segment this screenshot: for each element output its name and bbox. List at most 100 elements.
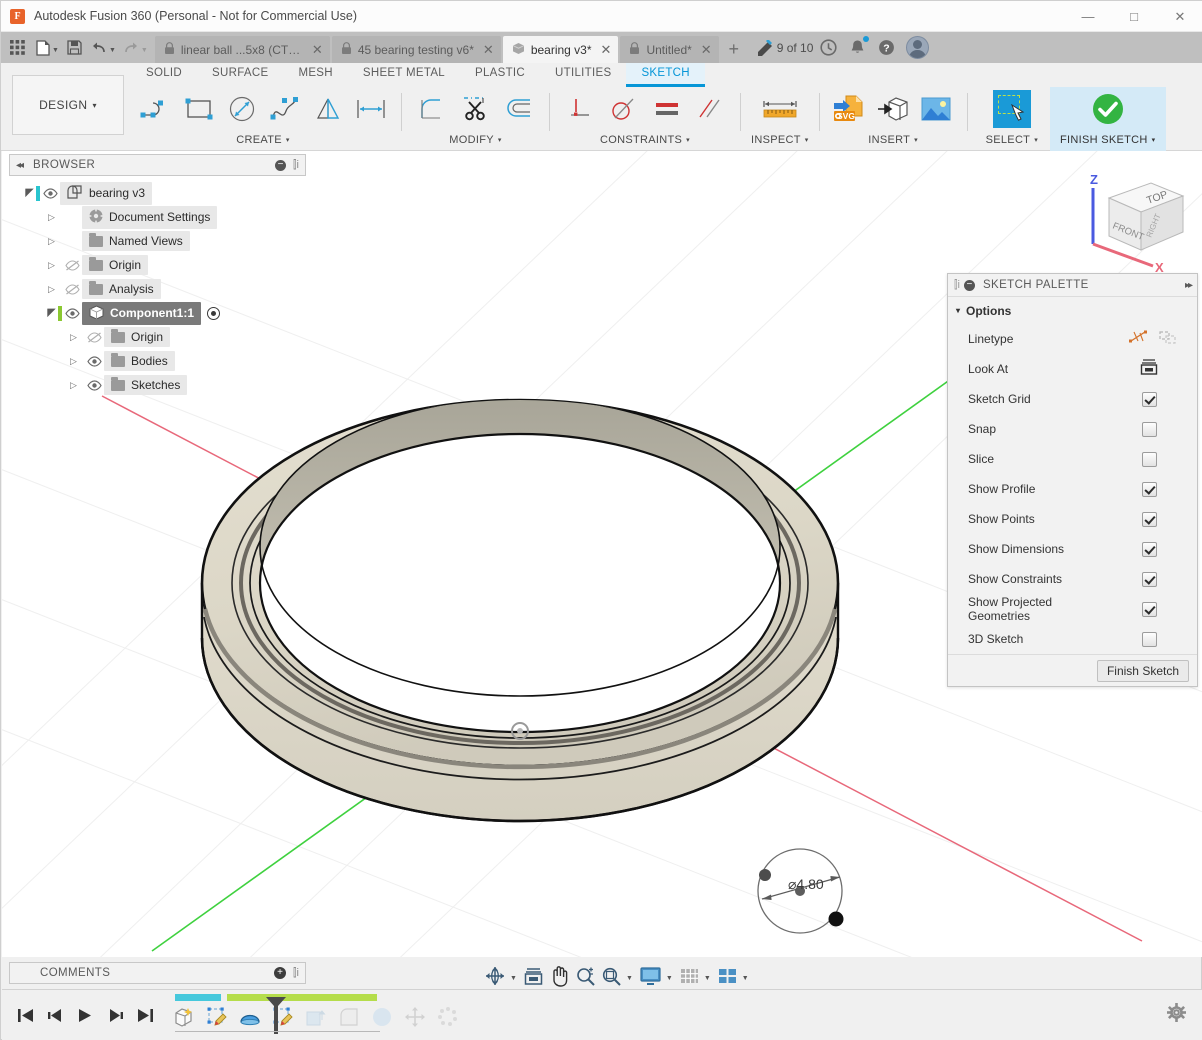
expand-arrow-closed-icon[interactable]: ▷ [67,356,80,367]
document-tab[interactable]: Untitled*✕ [620,36,718,63]
new-document-caret-icon[interactable]: ▼ [52,41,59,54]
cloud-credits[interactable]: 9 of 10 [755,40,814,56]
linetype-construction-icon[interactable] [1158,329,1177,350]
zoom-window-icon[interactable] [599,963,624,989]
bell-notification-icon[interactable] [844,34,871,61]
eye-visible-icon[interactable] [84,356,104,367]
checkbox-show-profile[interactable] [1142,482,1157,497]
display-settings-icon[interactable] [637,963,664,989]
ribbon-tab-utilities[interactable]: UTILITIES [540,63,626,87]
browser-node[interactable]: ▷Origin [9,325,306,349]
orbit-caret-icon[interactable]: ▼ [510,971,517,982]
finish-sketch-button[interactable]: Finish Sketch [1097,660,1189,682]
palette-minimize-icon[interactable]: − [964,280,975,291]
options-section-header[interactable]: ▾ Options [948,297,1197,324]
expand-arrow-closed-icon[interactable]: ▷ [45,284,58,295]
panel-modify-label[interactable]: MODIFY ▾ [449,131,501,149]
look-at-button-icon[interactable] [1139,358,1159,381]
add-comment-icon[interactable]: + [274,967,286,979]
offset-icon[interactable] [498,88,539,130]
browser-node[interactable]: ▷Sketches [9,373,306,397]
eye-visible-icon[interactable] [40,188,60,199]
browser-node[interactable]: ▷Named Views [9,229,306,253]
orbit-icon[interactable] [482,963,508,989]
minimize-button[interactable]: — [1065,1,1111,32]
ribbon-tab-sheet-metal[interactable]: SHEET METAL [348,63,460,87]
viewports-icon[interactable] [715,963,740,989]
display-settings-caret-icon[interactable]: ▼ [666,971,673,982]
linetype-normal-icon[interactable] [1129,329,1148,350]
browser-grip-icon[interactable]: ⫿i [293,159,299,172]
insert-derive-icon[interactable] [873,88,914,130]
tangent-constraint-icon[interactable] [603,88,644,130]
eye-hidden-icon[interactable] [84,332,104,343]
help-question-icon[interactable]: ? [873,34,900,61]
trim-scissors-icon[interactable] [455,88,496,130]
browser-node-label-wrap[interactable]: Analysis [82,279,161,299]
line-icon[interactable] [135,88,176,130]
ribbon-tab-solid[interactable]: SOLID [131,63,197,87]
look-at-icon[interactable] [521,963,546,989]
expand-arrow-closed-icon[interactable]: ▷ [45,212,58,223]
browser-node[interactable]: ◢bearing v3 [9,181,306,205]
browser-node-label-wrap[interactable]: Bodies [104,351,175,371]
undo-caret-icon[interactable]: ▼ [109,41,116,54]
browser-node-label-wrap[interactable]: Origin [82,255,148,275]
browser-minimize-icon[interactable]: − [275,160,286,171]
eye-hidden-icon[interactable] [62,284,82,295]
checkbox-slice[interactable] [1142,452,1157,467]
redo-caret-icon[interactable]: ▼ [141,41,148,54]
workspace-selector[interactable]: DESIGN ▾ [12,75,124,135]
step-forward-icon[interactable] [104,1004,126,1026]
comments-grip-icon[interactable]: ⫿i [293,967,299,980]
ribbon-tab-surface[interactable]: SURFACE [197,63,283,87]
activate-component-radio[interactable] [207,307,220,320]
fix-constraint-icon[interactable] [560,88,601,130]
document-tab[interactable]: linear ball ...5x8 (CTC) v2✕ [155,36,330,63]
expand-arrow-open-icon[interactable]: ◢ [45,307,58,320]
panel-inspect-label[interactable]: INSPECT ▾ [751,131,809,149]
browser-node-label-wrap[interactable]: bearing v3 [60,182,152,205]
close-tab-icon[interactable]: ✕ [483,42,494,58]
timeline-playhead[interactable] [264,996,288,1039]
collapse-browser-icon[interactable]: ◂◂ [16,160,22,171]
browser-node[interactable]: ▷ Analysis [9,277,306,301]
select-window-icon[interactable] [991,88,1032,130]
save-icon[interactable] [62,35,87,61]
equal-constraint-icon[interactable] [646,88,687,130]
panel-select-label[interactable]: SELECT ▾ [986,131,1038,149]
clock-history-icon[interactable] [815,34,842,61]
expand-arrow-closed-icon[interactable]: ▷ [45,236,58,247]
fillet-icon[interactable] [412,88,453,130]
spline-icon[interactable] [264,88,305,130]
comments-panel[interactable]: COMMENTS + ⫿i [9,962,306,984]
insert-svg-icon[interactable]: SVG [830,88,871,130]
browser-node-label-wrap[interactable]: Sketches [104,375,187,395]
step-back-icon[interactable] [44,1004,66,1026]
grid-snaps-icon[interactable] [677,963,702,989]
browser-node[interactable]: ▷ Origin [9,253,306,277]
ribbon-tab-sketch[interactable]: SKETCH [626,63,704,87]
new-component-icon[interactable] [171,1004,196,1029]
measure-ruler-icon[interactable] [756,88,804,130]
view-cube[interactable]: Z X TOP FRONT RIGHT [1081,166,1199,276]
go-to-beginning-icon[interactable] [14,1004,36,1026]
browser-node-label-wrap[interactable]: Document Settings [82,206,217,229]
palette-grip-icon[interactable]: ⫿i [954,279,960,292]
browser-node[interactable]: ▷ Document Settings [9,205,306,229]
timeline-settings-gear-icon[interactable] [1167,1003,1186,1027]
viewports-caret-icon[interactable]: ▼ [742,971,749,982]
checkbox-sketch-grid[interactable] [1142,392,1157,407]
mirror-icon[interactable] [307,88,348,130]
eye-visible-icon[interactable] [62,308,82,319]
close-tab-icon[interactable]: ✕ [312,42,323,58]
expand-arrow-closed-icon[interactable]: ▷ [67,332,80,343]
expand-arrow-closed-icon[interactable]: ▷ [45,260,58,271]
pan-hand-icon[interactable] [547,963,572,989]
browser-node[interactable]: ◢Component1:1 [9,301,306,325]
rectangle-icon[interactable] [178,88,219,130]
go-to-end-icon[interactable] [134,1004,156,1026]
play-icon[interactable] [74,1004,96,1026]
checkbox-snap[interactable] [1142,422,1157,437]
document-tab[interactable]: 45 bearing testing v6*✕ [332,36,501,63]
